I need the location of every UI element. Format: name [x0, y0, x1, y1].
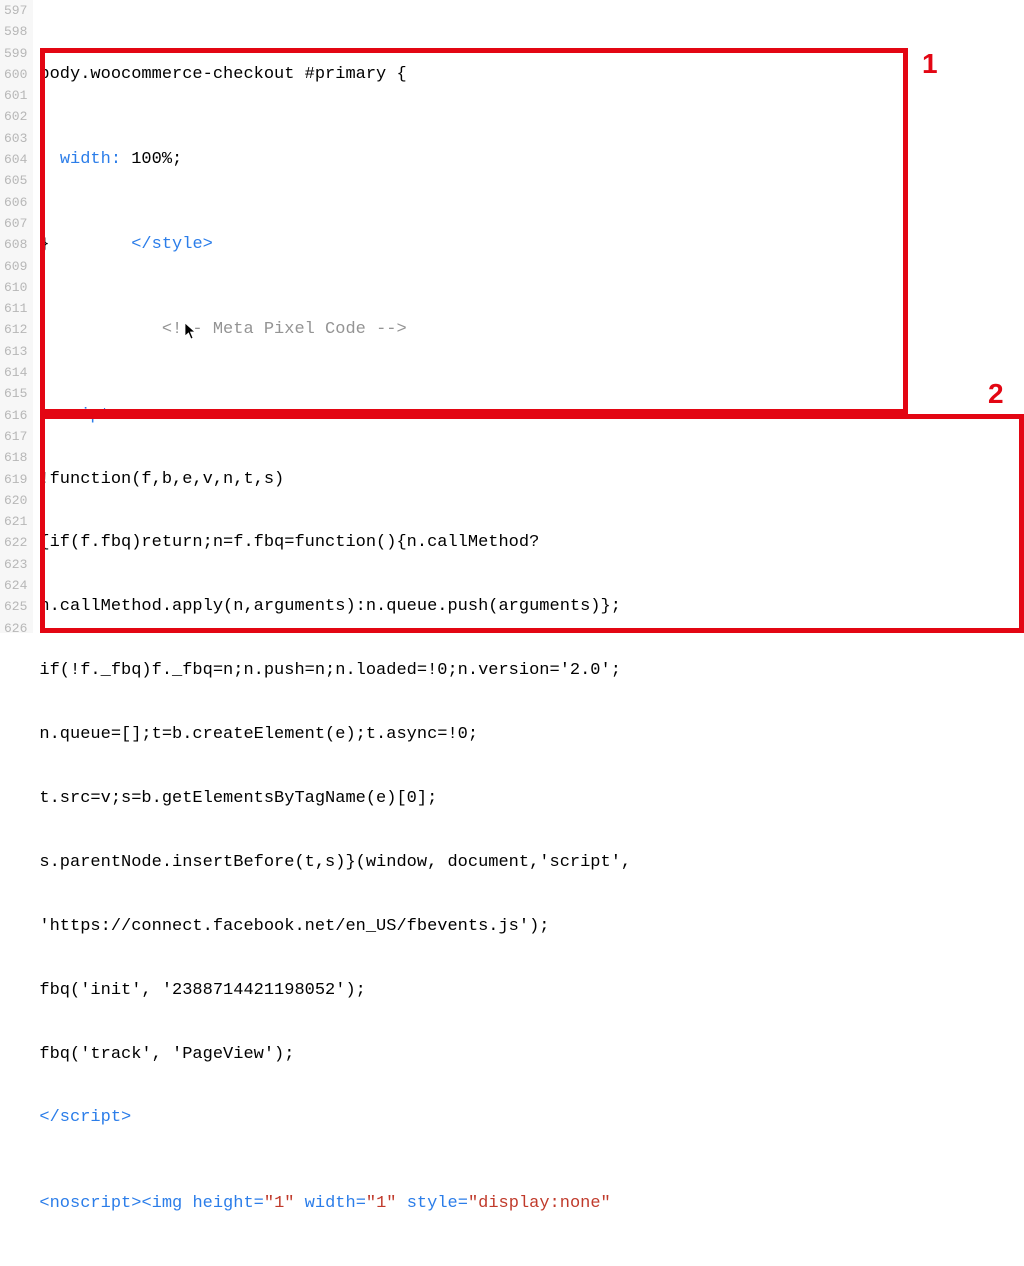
code-line: fbq('track', 'PageView'); [39, 1044, 1024, 1065]
code-text: fbq('track', 'PageView'); [39, 1045, 294, 1064]
line-number: 608 [4, 234, 27, 255]
code-line: n.callMethod.apply(n,arguments):n.queue.… [39, 596, 1024, 617]
code-text: body.woocommerce-checkout #primary { [39, 65, 406, 84]
line-number: 612 [4, 319, 27, 340]
code-attr: height= [182, 1194, 264, 1213]
code-text: } [39, 235, 49, 254]
code-text: fbq('init', '2388714421198052'); [39, 981, 365, 1000]
code-text: !function(f,b,e,v,n,t,s) [39, 470, 284, 489]
code-tag: </style> [131, 235, 213, 254]
code-line: body.woocommerce-checkout #primary { [39, 64, 1024, 85]
line-number: 602 [4, 106, 27, 127]
code-line: n.queue=[];t=b.createElement(e);t.async=… [39, 724, 1024, 745]
line-number: 621 [4, 511, 27, 532]
code-tag: <script> [39, 406, 121, 425]
code-line: 'https://connect.facebook.net/en_US/fbev… [39, 916, 1024, 937]
code-attr: style= [397, 1194, 468, 1213]
line-number: 625 [4, 596, 27, 617]
code-line: t.src=v;s=b.getElementsByTagName(e)[0]; [39, 788, 1024, 809]
line-number: 600 [4, 64, 27, 85]
line-number: 626 [4, 618, 27, 639]
line-number: 606 [4, 192, 27, 213]
line-number: 610 [4, 277, 27, 298]
code-tag: <noscript> [39, 1194, 141, 1213]
line-number: 597 [4, 0, 27, 21]
annotation-label-2: 2 [988, 378, 1004, 410]
code-attr: width= [294, 1194, 365, 1213]
annotation-label-1: 1 [922, 48, 938, 80]
line-number: 611 [4, 298, 27, 319]
code-line: <noscript><img height="1" width="1" styl… [39, 1193, 1024, 1214]
code-line: fbq('init', '2388714421198052'); [39, 980, 1024, 1001]
code-text: n.callMethod.apply(n,arguments):n.queue.… [39, 597, 621, 616]
line-number: 598 [4, 21, 27, 42]
code-line: s.parentNode.insertBefore(t,s)}(window, … [39, 852, 1024, 873]
code-indent [50, 235, 132, 254]
line-number: 623 [4, 554, 27, 575]
line-number: 603 [4, 128, 27, 149]
code-line: width: 100%; [39, 149, 1024, 170]
code-string: "1" [366, 1194, 397, 1213]
line-number: 619 [4, 469, 27, 490]
code-comment: <!-- Meta Pixel Code --> [162, 320, 407, 339]
line-number: 618 [4, 447, 27, 468]
code-keyword: width: [60, 150, 121, 169]
code-text: s.parentNode.insertBefore(t,s)}(window, … [39, 853, 631, 872]
code-editor[interactable]: 5975985996006016026036046056066076086096… [0, 0, 1024, 633]
code-string: "display:none" [468, 1194, 611, 1213]
line-number: 617 [4, 426, 27, 447]
code-line: !function(f,b,e,v,n,t,s) [39, 469, 1024, 490]
line-number: 599 [4, 43, 27, 64]
code-text: if(!f._fbq)f._fbq=n;n.push=n;n.loaded=!0… [39, 661, 621, 680]
code-line: <!-- Meta Pixel Code --> [39, 319, 1024, 340]
line-number: 613 [4, 341, 27, 362]
line-number: 604 [4, 149, 27, 170]
line-number: 615 [4, 383, 27, 404]
code-area[interactable]: body.woocommerce-checkout #primary { wid… [33, 0, 1024, 633]
code-string: "1" [264, 1194, 295, 1213]
code-indent [39, 320, 161, 339]
line-number: 620 [4, 490, 27, 511]
code-line: if(!f._fbq)f._fbq=n;n.push=n;n.loaded=!0… [39, 660, 1024, 681]
line-number: 605 [4, 170, 27, 191]
code-line: <script> [39, 405, 1024, 426]
line-number: 609 [4, 256, 27, 277]
line-number: 614 [4, 362, 27, 383]
line-number: 622 [4, 532, 27, 553]
line-number-gutter: 5975985996006016026036046056066076086096… [0, 0, 33, 633]
code-tag: </script> [39, 1108, 131, 1127]
code-text: 100%; [121, 150, 182, 169]
code-tag: <img [141, 1194, 182, 1213]
code-text: {if(f.fbq)return;n=f.fbq=function(){n.ca… [39, 533, 539, 552]
code-line: } </style> [39, 234, 1024, 255]
line-number: 616 [4, 405, 27, 426]
code-indent [39, 150, 59, 169]
line-number: 607 [4, 213, 27, 234]
code-text: t.src=v;s=b.getElementsByTagName(e)[0]; [39, 789, 437, 808]
line-number: 624 [4, 575, 27, 596]
code-line: </script> [39, 1107, 1024, 1128]
line-number: 601 [4, 85, 27, 106]
code-line: {if(f.fbq)return;n=f.fbq=function(){n.ca… [39, 532, 1024, 553]
code-text: 'https://connect.facebook.net/en_US/fbev… [39, 917, 549, 936]
code-text: n.queue=[];t=b.createElement(e);t.async=… [39, 725, 478, 744]
